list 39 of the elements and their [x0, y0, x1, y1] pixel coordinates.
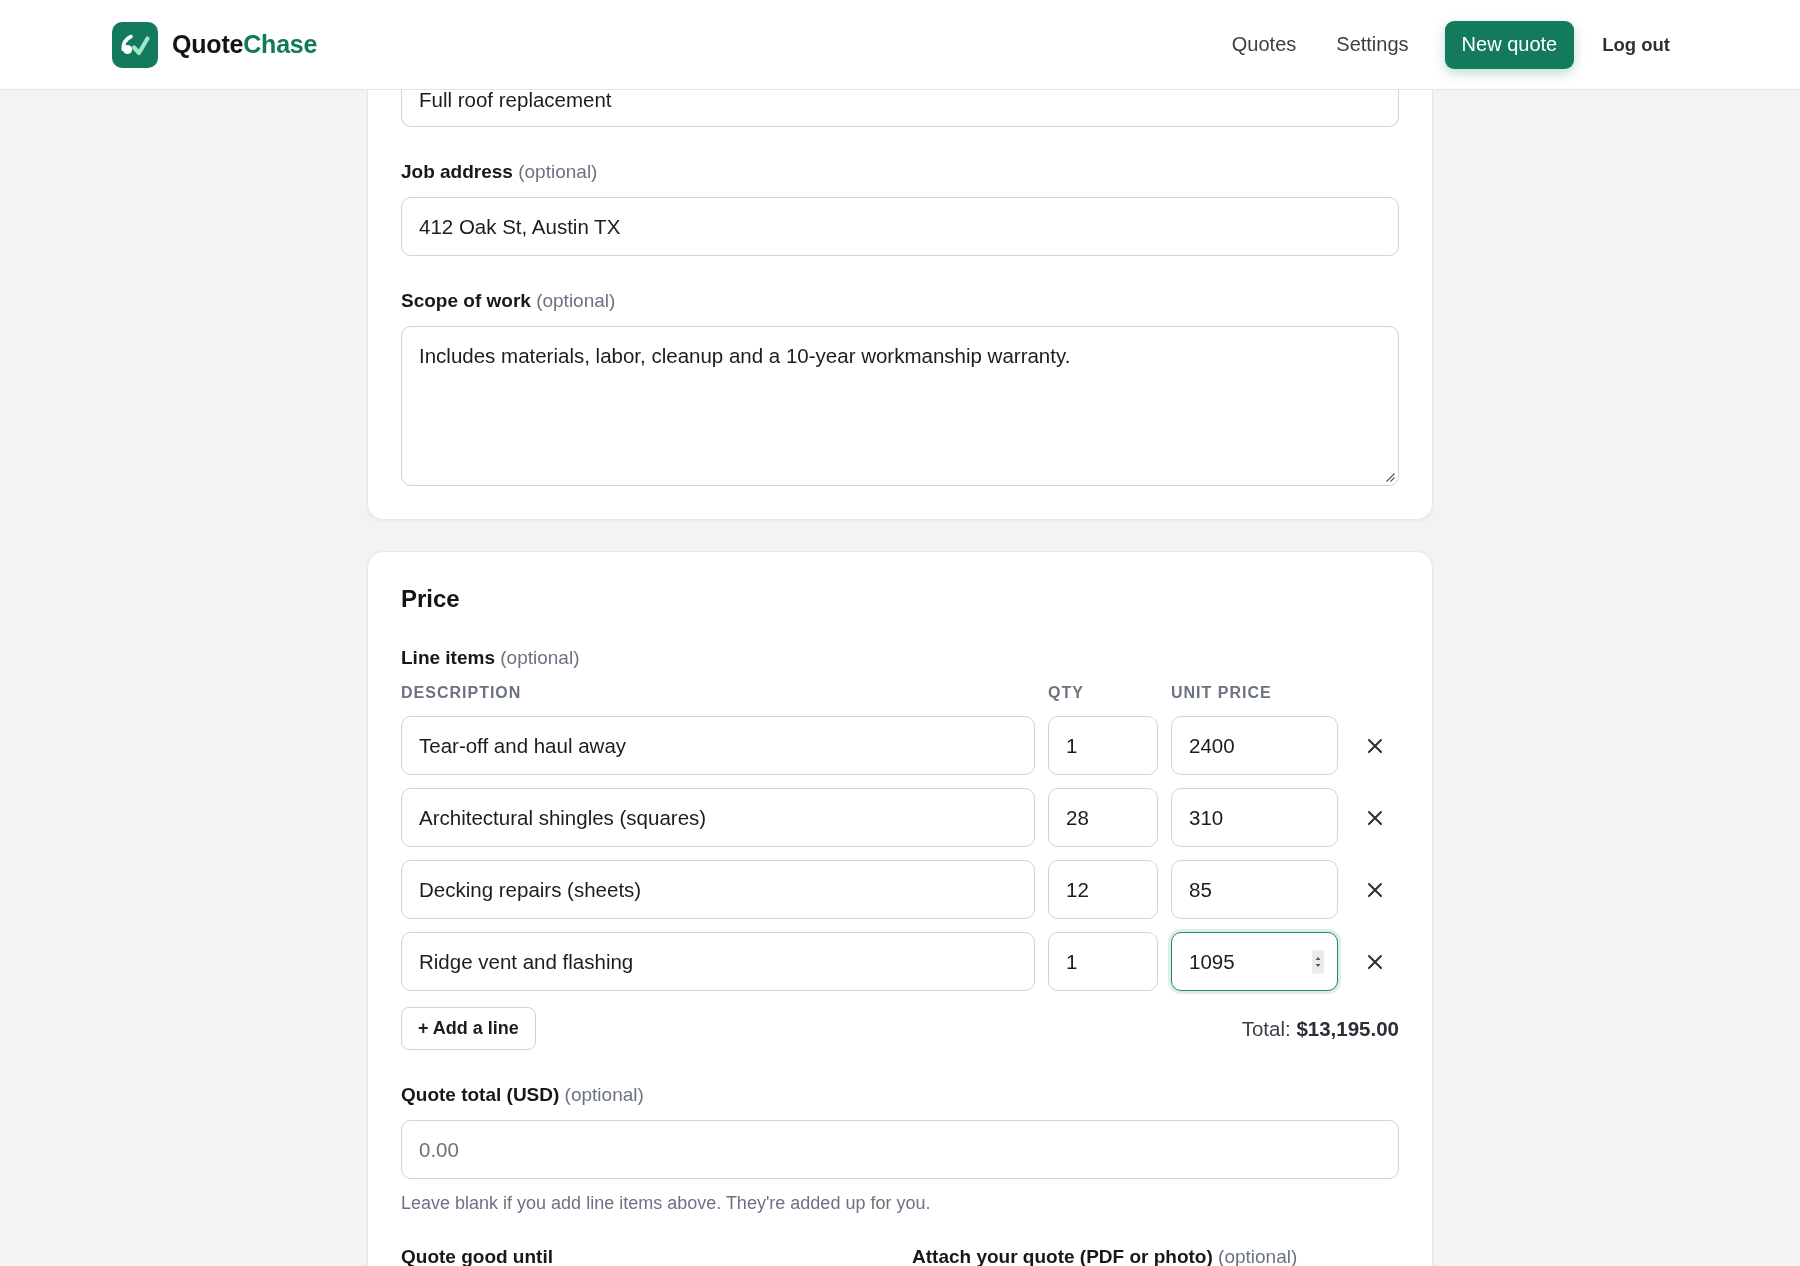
close-icon[interactable] — [1367, 737, 1383, 754]
close-icon[interactable] — [1367, 809, 1383, 826]
nav-link[interactable]: Log out — [1584, 25, 1688, 64]
field-label: Quote total (USD) (optional) — [401, 1083, 645, 1107]
total-text: Total: $13,195.00 — [1241, 1016, 1399, 1041]
brand-name[interactable]: QuoteChase — [172, 30, 318, 59]
description-field[interactable]: Ridge vent and flashing — [401, 932, 1035, 991]
input-field[interactable]: 0.00 — [401, 1120, 1399, 1179]
resize-grip-icon[interactable] — [1385, 472, 1395, 482]
text-area[interactable]: Includes materials, labor, cleanup and a 10-year workmanship warranty. — [401, 326, 1399, 486]
field-label: Job address (optional) — [401, 160, 599, 184]
field-label: Scope of work (optional) — [401, 289, 617, 313]
logo-icon[interactable] — [112, 21, 158, 68]
input-field[interactable]: 412 Oak St, Austin TX — [401, 197, 1399, 256]
column-header: QTY — [1048, 683, 1085, 703]
help-text: Leave blank if you add line items above. They're added up for you. — [401, 1192, 932, 1214]
unit-price-field[interactable]: 310 — [1171, 788, 1338, 847]
description-field[interactable]: Decking repairs (sheets) — [401, 860, 1035, 919]
quantity-field[interactable]: 28 — [1048, 788, 1158, 847]
add-line-button[interactable]: + Add a line — [401, 1007, 536, 1050]
primary-button[interactable]: New quote — [1444, 20, 1575, 69]
description-field[interactable]: Tear-off and haul away — [401, 716, 1035, 775]
description-field[interactable]: Architectural shingles (squares) — [401, 788, 1035, 847]
quantity-field[interactable]: 12 — [1048, 860, 1158, 919]
input-field[interactable]: Full roof replacement — [401, 90, 1399, 127]
section-title: Price — [401, 585, 461, 613]
quantity-field[interactable]: 1 — [1048, 932, 1158, 991]
column-header: DESCRIPTION — [401, 683, 523, 703]
column-header: UNIT PRICE — [1171, 683, 1273, 703]
close-icon[interactable] — [1367, 881, 1383, 898]
field-label: Line items (optional) — [401, 646, 581, 670]
nav-link[interactable]: Settings — [1318, 25, 1427, 64]
spinner-icon[interactable] — [1312, 949, 1324, 974]
unit-price-field[interactable]: 1095 — [1171, 932, 1338, 991]
unit-price-field[interactable]: 85 — [1171, 860, 1338, 919]
nav-link[interactable]: Quotes — [1213, 25, 1315, 64]
close-icon[interactable] — [1367, 953, 1383, 970]
quantity-field[interactable]: 1 — [1048, 716, 1158, 775]
unit-price-field[interactable]: 2400 — [1171, 716, 1338, 775]
